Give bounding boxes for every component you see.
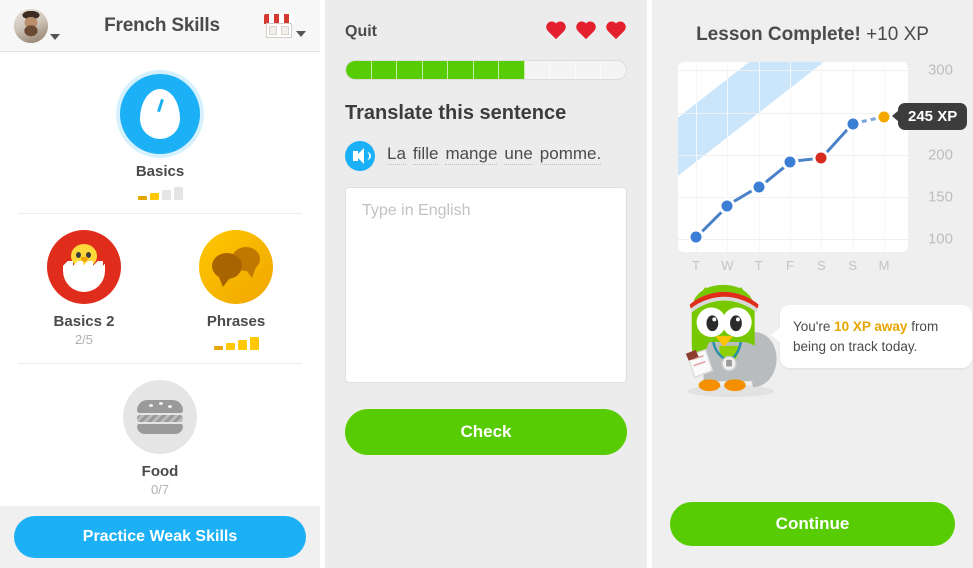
egg-icon[interactable] — [120, 74, 200, 154]
chart-gridline — [678, 70, 908, 72]
skill-item-food[interactable]: Food 0/7 — [100, 380, 220, 497]
chart-vline — [884, 62, 885, 252]
chart-vline — [696, 62, 697, 252]
heart-icon — [545, 22, 567, 42]
skill-item-phrases[interactable]: Phrases — [176, 230, 296, 350]
skill-progress: 2/5 — [74, 332, 94, 347]
chevron-down-icon[interactable] — [50, 33, 60, 40]
skill-name: Phrases — [206, 313, 266, 330]
lesson-complete-screen: Lesson Complete! +10 XP 300 200 150 100 T W T… — [652, 0, 973, 568]
practice-weak-skills-button[interactable]: Practice Weak Skills — [14, 516, 306, 558]
chart-gridline — [678, 112, 908, 114]
page-title: French Skills — [104, 14, 220, 36]
chart-x-tick: T — [754, 258, 763, 273]
chart-data-point — [784, 156, 796, 168]
mascot-speech-bubble: You're 10 XP away from being on track to… — [771, 305, 972, 369]
chart-y-tick: 100 — [927, 230, 953, 248]
skill-tree-header: French Skills — [0, 0, 320, 52]
chart-y-tick: 300 — [927, 61, 953, 79]
chart-y-tick: 150 — [927, 188, 953, 206]
skill-strength-bars — [100, 187, 220, 200]
sentence-word[interactable]: pomme. — [539, 144, 602, 165]
sentence-word[interactable]: fille — [412, 144, 439, 165]
chart-tooltip: 245 XP — [898, 102, 968, 130]
skill-row: Basics 2 2/5 Phrases — [0, 214, 320, 364]
skill-tree-screen: French Skills Basics Basics 2 2/5 Phrase… — [0, 0, 320, 568]
continue-button[interactable]: Continue — [670, 502, 955, 546]
skill-name: Basics 2 — [53, 313, 115, 330]
chart-x-tick: M — [878, 258, 890, 273]
chart-data-point — [721, 200, 733, 212]
complete-title-xp: +10 XP — [866, 24, 929, 45]
bubble-text-highlight: 10 XP away — [834, 319, 908, 334]
avatar[interactable] — [14, 8, 48, 43]
chart-x-tick: S — [816, 258, 826, 273]
chart-gridline — [678, 239, 908, 241]
skill-row: Food 0/7 — [0, 364, 320, 511]
chart-plot-area — [678, 62, 908, 252]
answer-placeholder: Type in English — [362, 202, 471, 219]
burger-icon[interactable] — [123, 380, 197, 454]
bubble-text-pre: You're — [793, 319, 835, 334]
chart-data-point — [690, 231, 702, 243]
quit-button[interactable]: Quit — [345, 23, 377, 41]
lesson-prompt: Translate this sentence — [345, 102, 567, 124]
sentence-word[interactable]: La — [387, 144, 406, 165]
chart-data-point — [847, 118, 859, 130]
chart-x-tick: T — [692, 258, 700, 273]
complete-title-main: Lesson Complete! — [696, 24, 861, 45]
sentence-word[interactable]: une — [504, 144, 533, 165]
skill-list: Basics Basics 2 2/5 Phrases Food 0/7 — [0, 52, 320, 511]
chick-icon[interactable] — [47, 230, 121, 304]
lesson-complete-title: Lesson Complete! +10 XP — [668, 24, 957, 46]
chart-vline — [852, 62, 854, 252]
heart-icon — [575, 22, 597, 42]
hearts-indicator — [545, 22, 627, 42]
chart-data-point — [815, 152, 827, 164]
skill-row: Basics — [0, 58, 320, 214]
skill-name: Food — [141, 463, 179, 480]
chart-data-point — [878, 111, 890, 123]
skill-tree-footer: Practice Weak Skills — [0, 506, 320, 568]
sentence-text: La fille mange une pomme. — [387, 141, 608, 167]
chart-gridline — [678, 197, 908, 199]
shop-icon[interactable] — [263, 12, 294, 40]
profile-menu[interactable] — [14, 8, 60, 43]
lesson-screen: Quit Translate this sentence La fille ma… — [325, 0, 647, 568]
chart-data-point — [753, 181, 765, 193]
skill-name: Basics — [135, 163, 185, 180]
chart-gridline — [678, 154, 908, 156]
check-button[interactable]: Check — [345, 409, 627, 455]
skill-item-basics[interactable]: Basics — [100, 74, 220, 200]
mascot-row: You're 10 XP away from being on track to… — [668, 281, 972, 401]
sentence-row: La fille mange une pomme. — [345, 141, 627, 171]
app-screenshots: French Skills Basics Basics 2 2/5 Phrase… — [0, 0, 973, 568]
chart-x-tick: S — [848, 258, 857, 273]
speech-bubbles-icon[interactable] — [199, 230, 273, 304]
skill-strength-bars — [176, 337, 296, 350]
chart-y-tick: 200 — [927, 146, 953, 164]
chart-x-tick: F — [786, 258, 794, 273]
answer-input[interactable]: Type in English — [345, 187, 627, 383]
chart-vline — [727, 62, 729, 252]
skill-item-basics-2[interactable]: Basics 2 2/5 — [24, 230, 144, 350]
chart-vline — [758, 62, 760, 252]
chevron-down-icon[interactable] — [295, 30, 306, 37]
skill-progress: 0/7 — [150, 482, 170, 497]
lesson-header: Quit — [345, 22, 627, 42]
progress-ticks — [346, 61, 626, 79]
sentence-word[interactable]: mange — [445, 144, 498, 165]
shop-menu[interactable] — [263, 12, 306, 40]
chart-x-tick: W — [721, 258, 734, 273]
xp-chart: 300 200 150 100 T W T F S S M 245 XP — [668, 61, 968, 277]
lesson-progress-bar — [345, 60, 627, 80]
speaker-icon[interactable] — [345, 141, 375, 171]
heart-icon — [605, 22, 627, 42]
